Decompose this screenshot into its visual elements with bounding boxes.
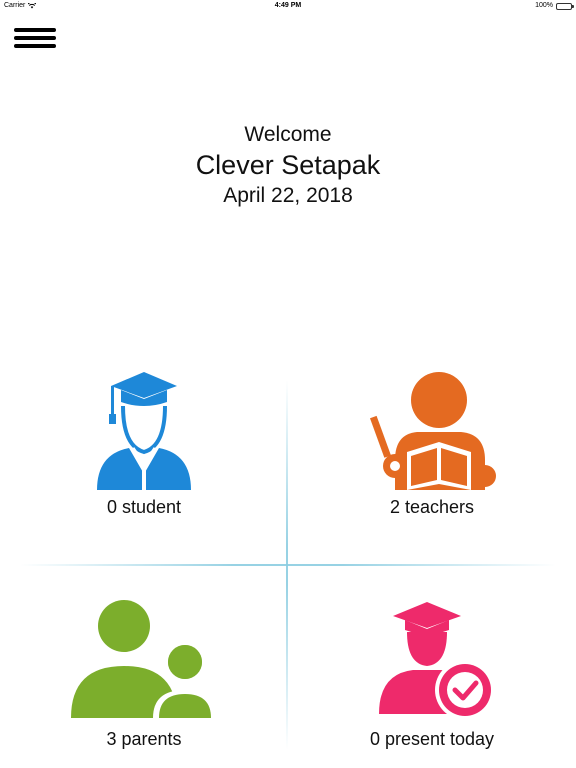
welcome-greeting: Welcome	[244, 123, 332, 146]
students-tile[interactable]: 0 student	[0, 368, 288, 558]
status-time: 4:49 PM	[274, 2, 302, 9]
status-right: 100%	[535, 0, 574, 12]
student-graduate-icon	[97, 372, 191, 490]
students-count-label: 0 student	[106, 497, 182, 517]
present-today-icon	[379, 602, 495, 720]
parents-count-label: 3 parents	[106, 729, 182, 749]
parents-icon	[71, 600, 217, 718]
teachers-tile[interactable]: 2 teachers	[288, 368, 576, 558]
hamburger-menu-icon[interactable]	[14, 28, 56, 50]
current-date: April 22, 2018	[223, 184, 353, 207]
dashboard-screen: Carrier 4:49 PM 100% Welcome Clever Seta…	[0, 0, 576, 768]
present-today-tile[interactable]: 0 present today	[288, 598, 576, 768]
welcome-header: Welcome Clever Setapak April 22, 2018	[0, 122, 576, 210]
school-name: Clever Setapak	[195, 150, 381, 180]
horizontal-divider	[20, 564, 556, 566]
status-bar: Carrier 4:49 PM 100%	[0, 0, 576, 12]
present-today-label: 0 present today	[369, 729, 495, 749]
teachers-count-label: 2 teachers	[389, 497, 475, 517]
teacher-icon	[369, 372, 496, 490]
battery-percent: 100%	[535, 2, 553, 9]
parents-tile[interactable]: 3 parents	[0, 598, 288, 768]
battery-icon	[556, 2, 574, 10]
